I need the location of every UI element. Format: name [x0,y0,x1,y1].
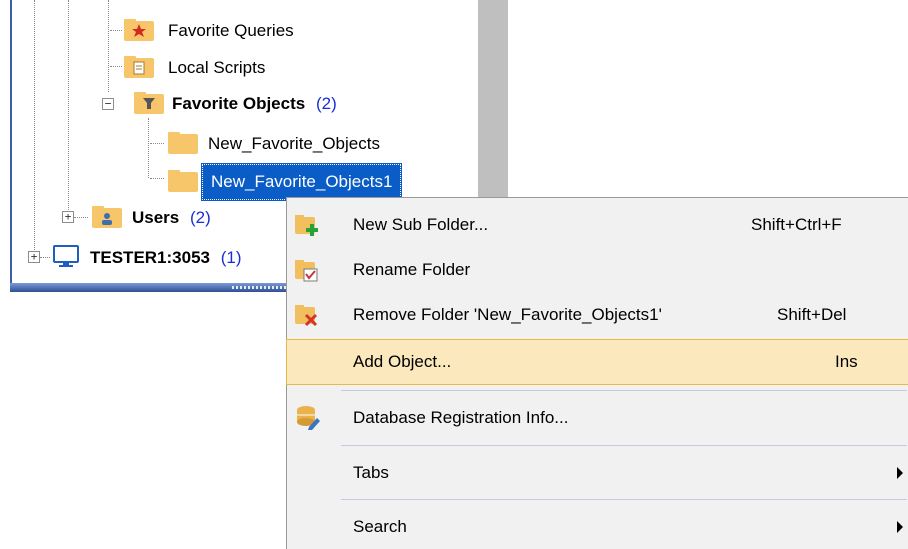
menu-item-label: Database Registration Info... [353,408,569,427]
folder-icon [168,132,198,154]
tree-connector [110,30,122,31]
menu-separator [341,445,907,446]
node-count: (2) [190,207,211,227]
tree-node-label: Favorite Objects [172,93,306,113]
menu-item-tabs[interactable]: Tabs [287,451,908,495]
menu-item-label: New Sub Folder... [353,215,489,234]
menu-item-add-object[interactable]: Add Object... Ins [286,339,908,385]
panel-border [10,0,12,290]
folder-rename-icon [295,257,321,283]
tree-connector [74,217,88,218]
local-scripts-icon [124,56,154,78]
tree-connector [150,143,164,144]
splitter-grip [232,286,292,289]
menu-item-label: Tabs [353,463,389,482]
menu-item-label: Search [353,517,407,536]
menu-separator [341,499,907,500]
tree-node-local-scripts[interactable]: Local Scripts [124,52,265,82]
menu-item-remove-folder[interactable]: Remove Folder 'New_Favorite_Objects1' Sh… [287,293,908,337]
expand-icon[interactable]: + [62,211,74,223]
selected-node-label: New_Favorite_Objects1 [200,163,403,201]
favorite-queries-icon [124,19,154,41]
expand-icon[interactable]: + [28,251,40,263]
submenu-arrow-icon [897,467,903,479]
users-icon [92,206,122,228]
tree-node-new-favorite-objects1[interactable]: New_Favorite_Objects1 [168,163,478,201]
menu-item-shortcut: Ins [835,352,858,371]
tree-node-tester1[interactable]: TESTER1:3053 (1) [52,242,242,272]
tree-connector [40,257,50,258]
tree-connector [148,118,149,178]
menu-item-label: Rename Folder [353,260,471,279]
context-menu: New Sub Folder... Shift+Ctrl+F Rename Fo… [286,197,908,549]
menu-item-shortcut: Shift+Ctrl+F [751,215,842,234]
database-edit-icon [295,405,321,431]
tree-node-label: New_Favorite_Objects [208,133,380,153]
favorite-objects-icon [134,92,164,114]
menu-item-rename-folder[interactable]: Rename Folder [287,248,908,292]
menu-item-label: Remove Folder 'New_Favorite_Objects1' [353,305,662,324]
menu-separator [341,390,907,391]
computer-icon [52,245,82,269]
tree-node-users[interactable]: Users (2) [92,202,211,232]
tree-connector [68,0,69,218]
tree-connector [34,0,35,258]
tree-node-label: Favorite Queries [168,20,294,40]
tree-node-label: Users [132,207,180,227]
tree-node-label: TESTER1:3053 [90,247,210,267]
tree-node-label: Local Scripts [168,57,266,77]
submenu-arrow-icon [897,521,903,533]
tree-connector [108,0,109,92]
tree-connector [110,66,122,67]
vertical-scrollbar[interactable] [478,0,508,206]
tree-node-new-favorite-objects[interactable]: New_Favorite_Objects [168,128,380,158]
tree-node-favorite-queries[interactable]: Favorite Queries [124,15,294,45]
tree-connector [150,178,164,179]
collapse-icon[interactable]: − [102,98,114,110]
node-count: (1) [220,247,242,267]
folder-add-icon [295,212,321,238]
folder-remove-icon [295,302,321,328]
tree-node-favorite-objects[interactable]: Favorite Objects (2) [134,88,337,118]
menu-item-new-sub-folder[interactable]: New Sub Folder... Shift+Ctrl+F [287,203,908,247]
menu-item-database-registration-info[interactable]: Database Registration Info... [287,396,908,440]
folder-icon [168,170,198,192]
node-count: (2) [315,93,337,113]
menu-item-search[interactable]: Search [287,505,908,549]
menu-item-label: Add Object... [353,352,452,371]
menu-item-shortcut: Shift+Del [777,305,847,324]
